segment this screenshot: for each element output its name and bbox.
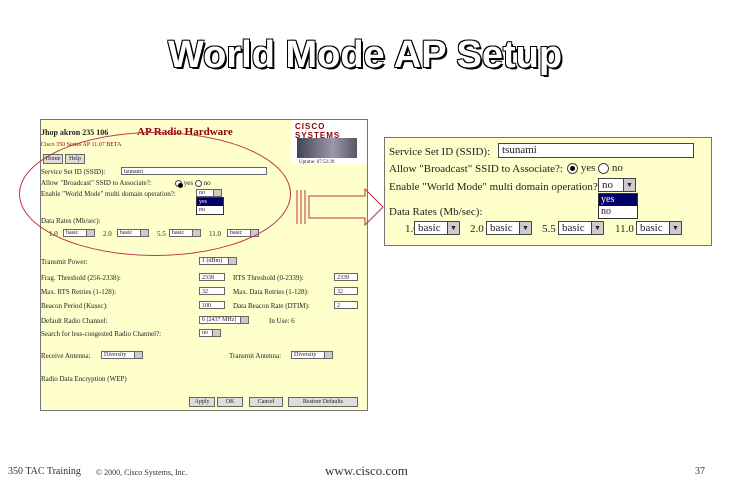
zoom-rate-select-4[interactable]: basic [636, 221, 682, 235]
frag-threshold-input[interactable]: 2338 [199, 273, 225, 281]
rts-threshold-label: RTS Threshold (0-2339): [233, 274, 304, 282]
transmit-power-select[interactable]: 1 (dBm) [199, 257, 237, 265]
dtim-input[interactable]: 2 [334, 301, 358, 309]
footer-course-name: 350 TAC Training [8, 466, 81, 477]
zoom-rate-select-1[interactable]: basic [414, 221, 460, 235]
transmit-antenna-select[interactable]: Diversity [291, 351, 333, 359]
zoom-world-mode-select[interactable]: no [598, 178, 636, 192]
cisco-logo: CISCO SYSTEMS Uptime: 07:52:39 [291, 120, 367, 165]
search-channel-label: Search for less-congested Radio Channel?… [41, 330, 162, 338]
max-rts-retries-label: Max. RTS Retries (1-128): [41, 288, 117, 296]
zoom-data-rates-label: Data Rates (Mb/sec): [389, 206, 483, 218]
zoomed-radio-settings-panel: Service Set ID (SSID): tsunami Allow "Br… [384, 137, 712, 246]
cancel-button[interactable]: Cancel [249, 397, 283, 407]
apply-button[interactable]: Apply [189, 397, 215, 407]
highlight-ellipse [19, 132, 291, 256]
page-number: 37 [695, 466, 705, 477]
footer-url[interactable]: www.cisco.com [325, 463, 408, 479]
zoom-rate-select-2[interactable]: basic [486, 221, 532, 235]
max-rts-retries-input[interactable]: 32 [199, 287, 225, 295]
uptime-text: Uptime: 07:52:39 [299, 160, 335, 165]
zoom-broadcast-radio-group[interactable]: yes no [567, 162, 623, 174]
zoom-rate-label-3: 5.5 [542, 223, 556, 235]
rts-threshold-input[interactable]: 2339 [334, 273, 358, 281]
zoom-broadcast-yes-label: yes [580, 162, 596, 174]
zoom-rate-label-4: 11.0 [615, 223, 634, 235]
ok-button[interactable]: OK [217, 397, 243, 407]
in-use-channel-text: In Use: 6 [269, 317, 295, 325]
max-data-retries-label: Max. Data Retries (1-128): [233, 288, 309, 296]
callout-arrow-icon [296, 188, 384, 226]
default-radio-channel-select[interactable]: 6 [2437 MHz] [199, 316, 249, 324]
zoom-broadcast-yes-radio[interactable] [567, 162, 578, 174]
zoom-ssid-label: Service Set ID (SSID): [389, 146, 491, 158]
logo-bridge-graphic [297, 138, 357, 158]
search-channel-select[interactable]: no [199, 329, 221, 337]
slide-title: World Mode AP Setup [167, 34, 563, 76]
footer-copyright: © 2000, Cisco Systems, Inc. [96, 468, 188, 477]
default-radio-channel-label: Default Radio Channel: [41, 317, 108, 325]
zoom-world-mode-option-no[interactable]: no [599, 206, 637, 218]
hostname: Jhop akron 235 106 [41, 128, 109, 137]
zoom-ssid-input[interactable]: tsunami [498, 143, 694, 158]
zoom-world-mode-label: Enable "World Mode" multi domain operati… [389, 181, 601, 193]
zoom-world-mode-option-yes[interactable]: yes [599, 194, 637, 206]
zoom-broadcast-no-radio[interactable] [598, 162, 610, 174]
beacon-period-input[interactable]: 100 [199, 301, 225, 309]
transmit-antenna-label: Transmit Antenna: [229, 352, 282, 360]
zoom-rate-select-3[interactable]: basic [558, 221, 604, 235]
restore-defaults-button[interactable]: Restore Defaults [288, 397, 358, 407]
dtim-label: Data Beacon Rate (DTIM): [233, 302, 310, 310]
zoom-broadcast-no-label: no [611, 162, 623, 174]
transmit-power-label: Transmit Power: [41, 258, 88, 266]
receive-antenna-label: Receive Antenna: [41, 352, 91, 360]
zoom-broadcast-label: Allow "Broadcast" SSID to Associate?: [389, 163, 563, 175]
beacon-period-label: Beacon Period (Kusec): [41, 302, 108, 310]
frag-threshold-label: Frag. Threshold (256-2338): [41, 274, 121, 282]
zoom-rate-label-2: 2.0 [470, 223, 484, 235]
max-data-retries-input[interactable]: 32 [334, 287, 358, 295]
receive-antenna-select[interactable]: Diversity [101, 351, 143, 359]
zoom-world-mode-dropdown: yes no [598, 193, 638, 219]
wep-link[interactable]: Radio Data Encryption (WEP) [41, 375, 127, 383]
